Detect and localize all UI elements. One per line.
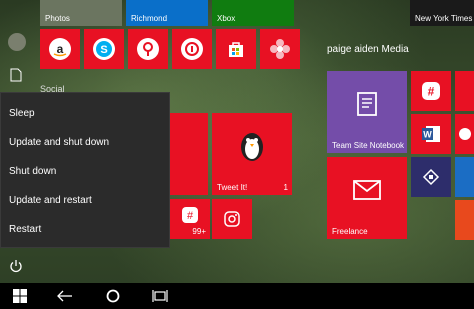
task-view-icon [152,290,168,302]
skype-icon: S [93,38,115,60]
powerpoint-icon [422,168,440,186]
avatar[interactable] [8,33,26,51]
word-icon: W [422,126,440,142]
svg-text:#: # [187,210,194,222]
tile-team-site-notebook-label: Team Site Notebook [332,141,405,150]
power-menu-update-and-shut-down[interactable]: Update and shut down [1,128,169,157]
tile-groupme-badge: 99+ [192,227,206,236]
tile-tweetit-count: 1 [283,183,288,192]
tile-word[interactable]: W [411,114,451,154]
power-menu-update-and-restart[interactable]: Update and restart [1,186,169,215]
tile-partial-left[interactable] [170,113,208,195]
tile-richmond[interactable]: Richmond [126,0,208,26]
instagram-icon [224,211,240,227]
penguin-icon [241,133,263,161]
tile-skype[interactable]: S [84,29,124,69]
tile-slack[interactable]: # [411,71,451,111]
maps-pin-icon [137,38,159,60]
back-button[interactable] [45,283,85,309]
svg-text:#: # [428,85,435,99]
tile-freelance[interactable]: Freelance [327,157,407,239]
tile-news[interactable]: New York Times [410,0,474,26]
back-icon [57,290,72,302]
svg-text:a: a [57,42,64,56]
tile-richmond-label: Richmond [131,14,168,23]
power-menu-sleep[interactable]: Sleep [1,99,169,128]
svg-text:S: S [100,44,107,56]
groupme-icon: # [182,207,198,223]
power-menu-restart[interactable]: Restart [1,215,169,244]
tile-powerpoint[interactable] [411,157,451,197]
slack-icon: # [422,82,440,100]
flower-icon [270,39,290,59]
svg-text:W: W [423,130,432,140]
tile-partial-right-2[interactable] [455,157,474,197]
tile-amazon[interactable]: a [40,29,80,69]
tile-team-site-notebook[interactable]: Team Site Notebook [327,71,407,153]
taskbar [0,283,474,309]
tile-groupme[interactable]: # 99+ [170,199,210,239]
task-view-button[interactable] [140,283,180,309]
windows-icon [13,289,27,303]
group-label-media: paige aiden Media [327,44,409,55]
documents-button[interactable] [10,68,22,87]
ticket-icon [181,38,203,60]
tile-instagram[interactable] [212,199,252,239]
store-icon [229,42,243,57]
search-button[interactable] [93,283,133,309]
search-icon [106,289,120,303]
tile-tweetit[interactable]: Tweet It! 1 [212,113,292,195]
power-icon [10,260,22,273]
tile-photos-label: Photos [45,14,70,23]
tile-store[interactable] [216,29,256,69]
tile-xbox[interactable]: Xbox [212,0,294,26]
tile-freelance-label: Freelance [332,227,368,236]
power-button[interactable] [9,259,25,275]
power-menu-shut-down[interactable]: Shut down [1,157,169,186]
tile-tweetit-label: Tweet It! [217,183,248,192]
tile-ticket[interactable] [172,29,212,69]
tile-phone[interactable] [455,114,474,154]
tile-partial-right-1[interactable] [455,71,474,111]
phone-icon [458,128,471,140]
tile-flower[interactable] [260,29,300,69]
tile-xbox-label: Xbox [217,14,236,23]
tile-maps[interactable] [128,29,168,69]
tile-office[interactable] [455,200,474,240]
tile-photos[interactable]: Photos [40,0,122,26]
tile-news-label: New York Times [415,14,473,23]
document-icon [10,68,22,82]
power-menu: Sleep Update and shut down Shut down Upd… [0,92,170,248]
mail-icon [353,180,381,200]
start-button[interactable] [0,283,40,309]
amazon-icon: a [49,38,71,60]
notebook-icon [357,92,377,116]
